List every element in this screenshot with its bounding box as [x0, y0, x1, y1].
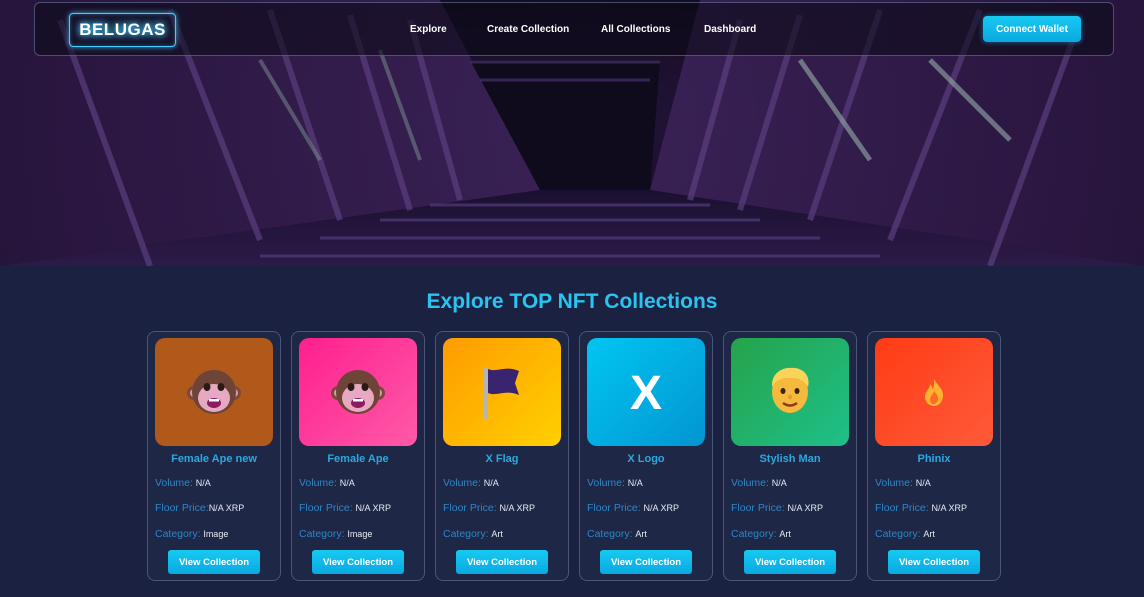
volume-label: Volume:	[443, 477, 481, 489]
view-collection-button[interactable]: View Collection	[456, 550, 548, 574]
volume-row: Volume: N/A	[587, 477, 643, 489]
collection-card: Stylish Man Volume: N/A Floor Price: N/A…	[723, 331, 857, 581]
category-row: Category: Image	[299, 528, 372, 540]
collection-card: X Flag Volume: N/A Floor Price: N/A XRP …	[435, 331, 569, 581]
navbar: BELUGAS Explore Create Collection All Co…	[34, 2, 1114, 56]
flag-icon	[484, 367, 519, 419]
floor-price-value: N/A XRP	[499, 503, 535, 513]
volume-value: N/A	[195, 478, 211, 488]
floor-price-value: N/A XRP	[355, 503, 391, 513]
flame-icon	[925, 379, 944, 406]
volume-label: Volume:	[731, 477, 769, 489]
category-row: Category: Art	[443, 528, 503, 540]
nav-link-explore[interactable]: Explore	[410, 24, 447, 35]
volume-row: Volume: N/A	[299, 477, 355, 489]
floor-price-label: Floor Price:	[443, 502, 497, 514]
nav-link-all-collections[interactable]: All Collections	[601, 24, 670, 35]
floor-price-value: N/A XRP	[931, 503, 967, 513]
view-collection-button[interactable]: View Collection	[744, 550, 836, 574]
floor-price-label: Floor Price:	[587, 502, 641, 514]
nav-link-dashboard[interactable]: Dashboard	[704, 24, 756, 35]
floor-price-value: N/A XRP	[643, 503, 679, 513]
floor-price-row: Floor Price:N/A XRP	[155, 502, 244, 514]
category-row: Category: Art	[875, 528, 935, 540]
floor-price-row: Floor Price: N/A XRP	[587, 502, 679, 514]
category-label: Category:	[875, 528, 921, 540]
volume-value: N/A	[771, 478, 787, 488]
volume-row: Volume: N/A	[155, 477, 211, 489]
volume-label: Volume:	[155, 477, 193, 489]
view-collection-button[interactable]: View Collection	[600, 550, 692, 574]
volume-value: N/A	[627, 478, 643, 488]
x-logo-icon: X	[630, 367, 662, 417]
monkey-face-icon	[331, 370, 385, 414]
view-collection-button[interactable]: View Collection	[312, 550, 404, 574]
collection-image[interactable]	[443, 338, 561, 446]
floor-price-value: N/A XRP	[208, 503, 245, 513]
collection-name[interactable]: X Logo	[580, 453, 712, 465]
site-logo[interactable]: BELUGAS	[69, 13, 176, 47]
category-value: Image	[203, 529, 229, 539]
collection-image[interactable]: X	[587, 338, 705, 446]
category-label: Category:	[731, 528, 777, 540]
monkey-face-icon	[187, 370, 241, 414]
volume-label: Volume:	[299, 477, 337, 489]
volume-row: Volume: N/A	[443, 477, 499, 489]
connect-wallet-button[interactable]: Connect Wallet	[983, 16, 1081, 42]
category-value: Art	[491, 529, 503, 539]
view-collection-button[interactable]: View Collection	[168, 550, 260, 574]
collection-name[interactable]: Phinix	[868, 453, 1000, 465]
floor-price-label: Floor Price:	[731, 502, 785, 514]
collection-name[interactable]: X Flag	[436, 453, 568, 465]
category-row: Category: Image	[155, 528, 228, 540]
collection-card: Female Ape new Volume: N/A Floor Price:N…	[147, 331, 281, 581]
collection-card: Female Ape Volume: N/A Floor Price: N/A …	[291, 331, 425, 581]
svg-text:X: X	[630, 367, 662, 417]
collection-image[interactable]	[155, 338, 273, 446]
collection-card: Phinix Volume: N/A Floor Price: N/A XRP …	[867, 331, 1001, 581]
category-label: Category:	[587, 528, 633, 540]
view-collection-button[interactable]: View Collection	[888, 550, 980, 574]
category-value: Art	[635, 529, 647, 539]
floor-price-label: Floor Price:	[875, 502, 929, 514]
collection-grid: Female Ape new Volume: N/A Floor Price:N…	[147, 331, 1007, 581]
floor-price-row: Floor Price: N/A XRP	[299, 502, 391, 514]
man-face-icon	[771, 367, 809, 413]
volume-label: Volume:	[587, 477, 625, 489]
floor-price-value: N/A XRP	[787, 503, 823, 513]
volume-value: N/A	[483, 478, 499, 488]
category-row: Category: Art	[731, 528, 791, 540]
collection-image[interactable]	[875, 338, 993, 446]
floor-price-row: Floor Price: N/A XRP	[731, 502, 823, 514]
category-label: Category:	[443, 528, 489, 540]
category-label: Category:	[155, 528, 201, 540]
collection-image[interactable]	[731, 338, 849, 446]
category-value: Image	[347, 529, 373, 539]
collection-name[interactable]: Female Ape new	[148, 453, 280, 465]
floor-price-row: Floor Price: N/A XRP	[443, 502, 535, 514]
floor-price-label: Floor Price:	[155, 502, 209, 514]
section-title: Explore TOP NFT Collections	[426, 290, 718, 313]
volume-value: N/A	[339, 478, 355, 488]
floor-price-label: Floor Price:	[299, 502, 353, 514]
nav-link-create-collection[interactable]: Create Collection	[487, 24, 569, 35]
volume-label: Volume:	[875, 477, 913, 489]
volume-row: Volume: N/A	[875, 477, 931, 489]
floor-price-row: Floor Price: N/A XRP	[875, 502, 967, 514]
collection-name[interactable]: Female Ape	[292, 453, 424, 465]
volume-row: Volume: N/A	[731, 477, 787, 489]
category-value: Art	[779, 529, 791, 539]
collection-card: X X Logo Volume: N/A Floor Price: N/A XR…	[579, 331, 713, 581]
collection-image[interactable]	[299, 338, 417, 446]
hero-banner: BELUGAS Explore Create Collection All Co…	[0, 0, 1144, 266]
volume-value: N/A	[915, 478, 931, 488]
collection-name[interactable]: Stylish Man	[724, 453, 856, 465]
category-row: Category: Art	[587, 528, 647, 540]
category-value: Art	[923, 529, 935, 539]
category-label: Category:	[299, 528, 345, 540]
